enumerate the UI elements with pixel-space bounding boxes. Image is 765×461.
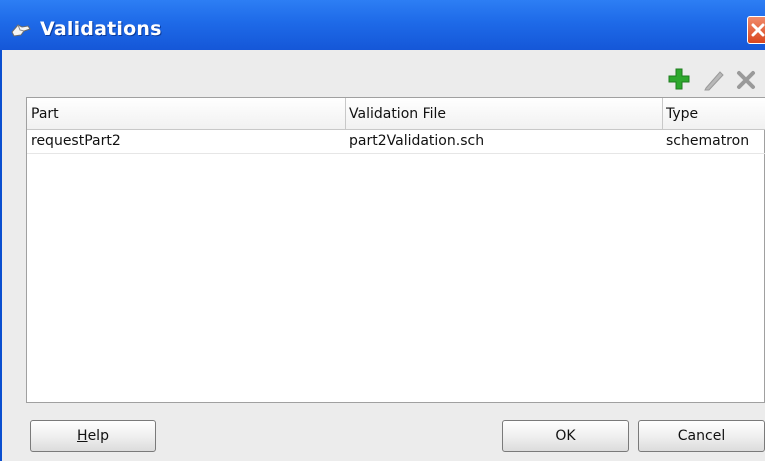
close-icon: [751, 23, 765, 37]
table-header: Part Validation File Type: [27, 98, 765, 130]
app-hand-icon: [10, 22, 32, 38]
cell-type: schematron: [666, 133, 750, 149]
table-row[interactable]: requestPart2 part2Validation.sch schemat…: [27, 130, 765, 154]
column-divider[interactable]: [345, 98, 346, 130]
help-mnemonic: H: [77, 428, 88, 444]
column-header-type[interactable]: Type: [666, 106, 764, 122]
window-title: Validations: [40, 18, 162, 40]
help-button[interactable]: Help: [30, 420, 156, 452]
column-header-validation-file[interactable]: Validation File: [349, 106, 659, 122]
column-header-part[interactable]: Part: [31, 106, 341, 122]
delete-icon[interactable]: [736, 70, 756, 94]
close-button[interactable]: [747, 16, 765, 44]
cell-validation-file: part2Validation.sch: [349, 133, 485, 149]
column-divider[interactable]: [662, 98, 663, 130]
help-label: elp: [87, 428, 109, 444]
cancel-button[interactable]: Cancel: [638, 420, 765, 452]
validations-table[interactable]: Part Validation File Type requestPart2 p…: [26, 97, 765, 403]
ok-button[interactable]: OK: [502, 420, 629, 452]
cell-part: requestPart2: [31, 133, 121, 149]
add-icon[interactable]: [667, 67, 691, 95]
edit-icon[interactable]: [703, 69, 725, 95]
title-bar: Validations: [0, 0, 765, 50]
